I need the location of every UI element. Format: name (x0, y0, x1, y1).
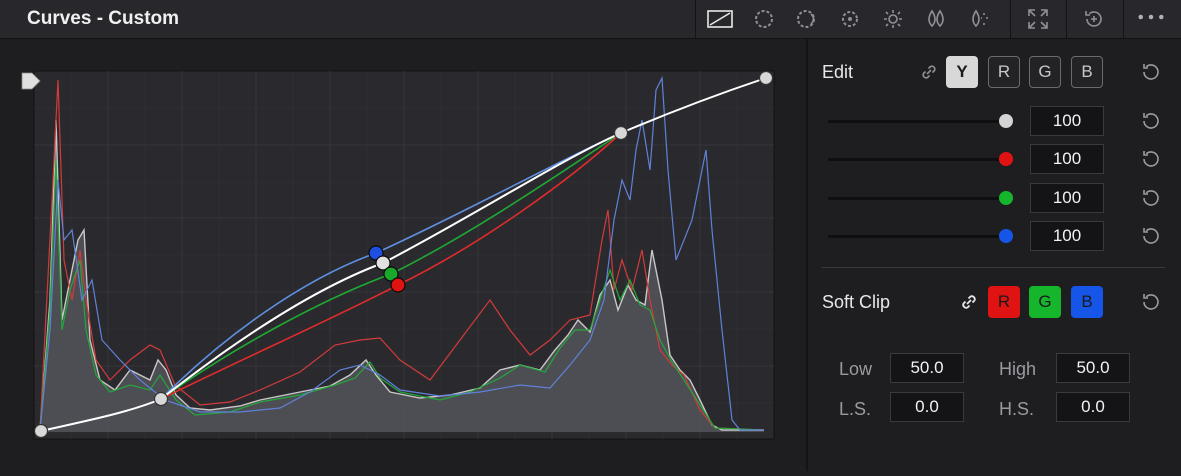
edit-label: Edit (822, 62, 854, 82)
curve-settings-panel: Edit Y R G B 100 100 100 100 Soft Clip R… (808, 39, 1181, 471)
expand-icon[interactable] (1024, 6, 1052, 32)
curve-graph-area (0, 39, 806, 471)
ls-value-field[interactable]: 0.0 (890, 392, 964, 422)
b-reset-icon[interactable] (1138, 223, 1164, 249)
panel-title: Curves - Custom (27, 8, 180, 29)
channel-link-icon[interactable] (918, 61, 940, 83)
curve-control-point[interactable] (613, 125, 629, 141)
r-reset-icon[interactable] (1138, 146, 1164, 172)
y-slider-knob[interactable] (999, 114, 1013, 128)
channel-y-button[interactable]: Y (946, 56, 978, 88)
curve-control-point[interactable] (758, 70, 774, 86)
g-value-field[interactable]: 100 (1030, 183, 1104, 213)
section-divider (822, 267, 1165, 268)
curve-control-point[interactable] (33, 423, 49, 439)
r-slider-track[interactable] (828, 158, 1006, 161)
b-slider-track[interactable] (828, 235, 1006, 238)
hs-label: H.S. (999, 399, 1035, 419)
soft-clip-r-button[interactable]: R (988, 286, 1020, 318)
curve-control-point[interactable] (153, 391, 169, 407)
soft-clip-reset-icon[interactable] (1138, 289, 1164, 315)
g-slider-knob[interactable] (999, 191, 1013, 205)
channel-b-button[interactable]: B (1071, 56, 1103, 88)
y-reset-icon[interactable] (1138, 108, 1164, 134)
reset-all-icon[interactable] (1080, 6, 1108, 32)
high-label: High (999, 359, 1037, 379)
r-value-field[interactable]: 100 (1030, 144, 1104, 174)
red-control-point[interactable] (390, 277, 406, 293)
soft-clip-label: Soft Clip (822, 292, 891, 312)
hue-vs-lum-icon[interactable] (836, 6, 864, 32)
b-slider-knob[interactable] (999, 229, 1013, 243)
custom-curve-icon[interactable] (706, 6, 734, 32)
g-reset-icon[interactable] (1138, 185, 1164, 211)
toolbar-separator (695, 0, 696, 38)
channel-r-button[interactable]: R (988, 56, 1020, 88)
hue-vs-sat-icon[interactable] (793, 6, 821, 32)
y-value-field[interactable]: 100 (1030, 106, 1104, 136)
sat-vs-lum-icon[interactable] (965, 6, 993, 32)
panel-header: Curves - Custom (0, 0, 1181, 39)
hs-value-field[interactable]: 0.0 (1056, 392, 1130, 422)
sat-vs-sat-icon[interactable] (922, 6, 950, 32)
high-value-field[interactable]: 50.0 (1056, 353, 1130, 383)
soft-clip-link-icon[interactable] (958, 291, 980, 313)
edit-reset-icon[interactable] (1138, 59, 1164, 85)
toolbar-separator (1123, 0, 1124, 38)
b-value-field[interactable]: 100 (1030, 221, 1104, 251)
r-slider-knob[interactable] (999, 152, 1013, 166)
y-slider-track[interactable] (828, 120, 1006, 123)
hue-vs-hue-icon[interactable] (750, 6, 778, 32)
toolbar-separator (1010, 0, 1011, 38)
curve-graph[interactable] (0, 39, 806, 471)
soft-clip-g-button[interactable]: G (1029, 286, 1061, 318)
toolbar-separator (1066, 0, 1067, 38)
soft-clip-b-button[interactable]: B (1071, 286, 1103, 318)
g-slider-track[interactable] (828, 197, 1006, 200)
low-value-field[interactable]: 50.0 (890, 353, 964, 383)
channel-g-button[interactable]: G (1029, 56, 1061, 88)
lum-vs-sat-icon[interactable] (879, 6, 907, 32)
low-label: Low (839, 359, 873, 379)
more-icon[interactable] (1137, 4, 1165, 30)
ls-label: L.S. (839, 399, 872, 419)
